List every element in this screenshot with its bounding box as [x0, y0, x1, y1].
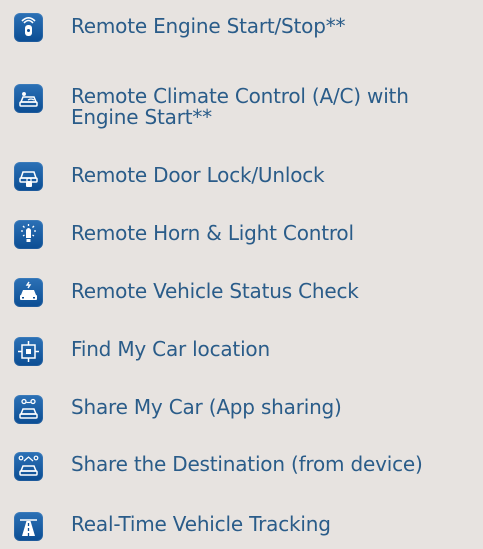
feature-label: Remote Climate Control (A/C) with	[71, 84, 409, 108]
feature-label-line2: Engine Start**	[71, 105, 212, 129]
door-lock-icon	[14, 162, 43, 191]
remote-key-fob-icon	[14, 13, 43, 42]
vehicle-status-icon	[14, 278, 43, 307]
feature-label: Real-Time Vehicle Tracking	[71, 512, 331, 536]
vehicle-tracking-icon	[14, 512, 43, 541]
climate-car-icon	[14, 84, 43, 113]
feature-label: Share the Destination (from device)	[71, 452, 423, 476]
find-car-icon	[14, 337, 43, 366]
feature-label: Remote Engine Start/Stop**	[71, 14, 346, 38]
feature-list: Remote Engine Start/Stop** Remote Climat…	[0, 0, 483, 549]
feature-label: Remote Vehicle Status Check	[71, 279, 359, 303]
share-destination-icon	[14, 452, 43, 481]
feature-label: Find My Car location	[71, 337, 270, 361]
feature-label: Remote Door Lock/Unlock	[71, 163, 325, 187]
share-car-icon	[14, 395, 43, 424]
feature-label: Share My Car (App sharing)	[71, 395, 342, 419]
feature-label: Remote Horn & Light Control	[71, 221, 354, 245]
horn-light-icon	[14, 220, 43, 249]
